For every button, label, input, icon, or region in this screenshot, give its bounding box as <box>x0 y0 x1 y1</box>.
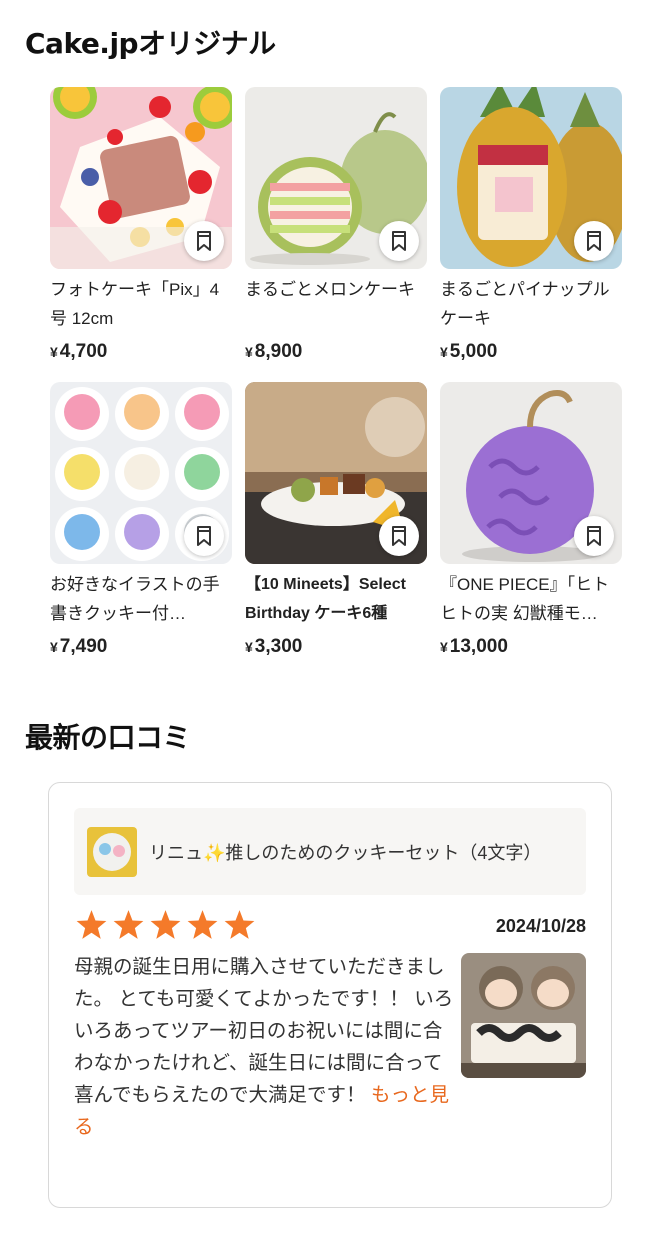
star-icon <box>187 910 218 939</box>
product-name: まるごとメロンケーキ <box>245 280 415 299</box>
product-image <box>50 87 232 269</box>
product-card[interactable]: 『ONE PIECE』「ヒトヒトの実 幻獣種モ… ¥13,000 <box>440 382 622 657</box>
section-title-original: Cake.jpオリジナル <box>25 27 276 60</box>
product-card[interactable]: まるごとパイナップルケーキ ¥5,000 <box>440 87 622 362</box>
review-text: 母親の誕生日用に購入させていただきました。 とても可愛くてよかったです！！ いろ… <box>74 951 454 1143</box>
review-product-link[interactable]: リニュ✨推しのためのクッキーセット（4文字） <box>74 808 586 895</box>
product-price: ¥7,490 <box>50 636 108 657</box>
bookmark-button[interactable] <box>379 221 419 261</box>
product-grid: フォトケーキ「Pix」4号 12cm ¥4,700 まるごとメロンケーキ ¥8,… <box>50 87 622 657</box>
product-name: フォトケーキ「Pix」4号 12cm <box>50 280 220 328</box>
product-image <box>440 382 622 564</box>
bookmark-button[interactable] <box>379 516 419 556</box>
product-price: ¥3,300 <box>245 636 303 657</box>
bookmark-button[interactable] <box>184 221 224 261</box>
product-card[interactable]: 【10 Mineets】Select Birthday ケーキ6種 ¥3,300 <box>245 382 427 657</box>
bookmark-icon <box>197 231 211 251</box>
product-image <box>440 87 622 269</box>
bookmark-icon <box>587 231 601 251</box>
star-icon <box>150 910 181 939</box>
rating-stars <box>74 908 257 942</box>
product-card[interactable]: フォトケーキ「Pix」4号 12cm ¥4,700 <box>50 87 232 362</box>
star-icon <box>224 910 255 939</box>
star-icon <box>76 910 107 939</box>
product-name: 『ONE PIECE』「ヒトヒトの実 幻獣種モ… <box>440 575 610 623</box>
review-product-image <box>87 826 137 877</box>
star-icon <box>113 910 144 939</box>
review-photo[interactable] <box>461 953 586 1078</box>
product-name: まるごとパイナップルケーキ <box>440 280 610 328</box>
bookmark-icon <box>587 526 601 546</box>
product-card[interactable]: お好きなイラストの手書きクッキー付… ¥7,490 <box>50 382 232 657</box>
bookmark-button[interactable] <box>184 516 224 556</box>
review-card: リニュ✨推しのためのクッキーセット（4文字） 2024/10/28 母親の誕生日… <box>48 782 612 1208</box>
bookmark-button[interactable] <box>574 516 614 556</box>
review-product-title: リニュ✨推しのためのクッキーセット（4文字） <box>149 842 542 863</box>
bookmark-button[interactable] <box>574 221 614 261</box>
product-price: ¥5,000 <box>440 341 498 362</box>
product-name: お好きなイラストの手書きクッキー付… <box>50 575 220 623</box>
review-date: 2024/10/28 <box>495 916 586 936</box>
bookmark-icon <box>197 526 211 546</box>
product-price: ¥8,900 <box>245 341 303 362</box>
product-card[interactable]: まるごとメロンケーキ ¥8,900 <box>245 87 427 362</box>
product-image <box>50 382 232 564</box>
product-name: 【10 Mineets】Select Birthday ケーキ6種 <box>245 576 406 622</box>
product-price: ¥13,000 <box>440 636 508 657</box>
product-image <box>245 382 427 564</box>
section-title-reviews: 最新の口コミ <box>25 721 191 754</box>
product-price: ¥4,700 <box>50 341 108 362</box>
bookmark-icon <box>392 526 406 546</box>
product-image <box>245 87 427 269</box>
bookmark-icon <box>392 231 406 251</box>
